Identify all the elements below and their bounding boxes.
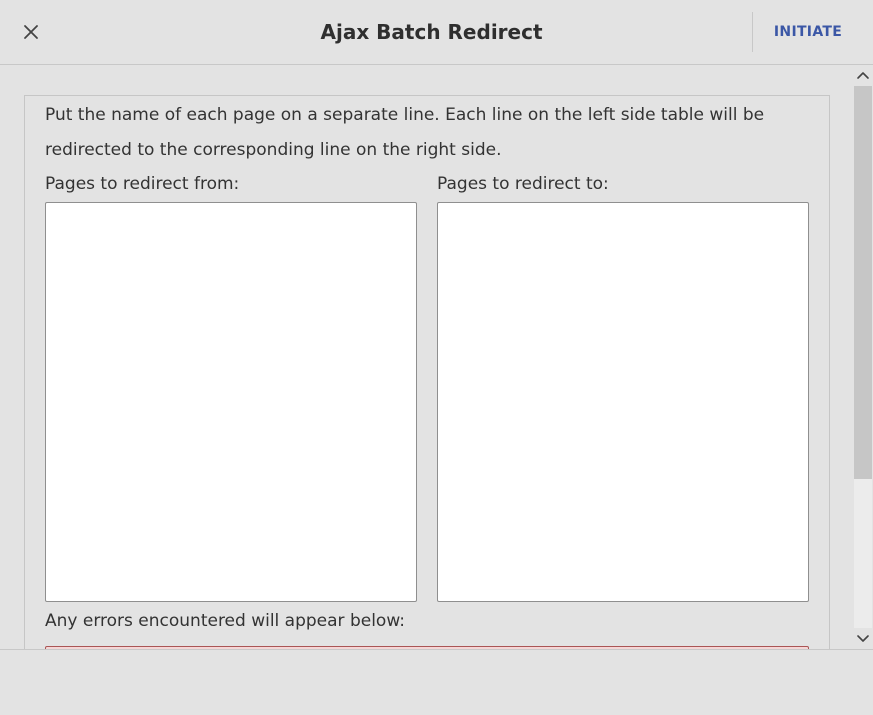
scroll-track[interactable] bbox=[854, 86, 872, 628]
chevron-up-icon bbox=[857, 72, 869, 79]
scroll-thumb[interactable] bbox=[854, 86, 872, 479]
vertical-scrollbar[interactable] bbox=[853, 65, 873, 649]
batch-redirect-dialog: Ajax Batch Redirect INITIATE Put the nam… bbox=[0, 0, 873, 715]
scroll-up-button[interactable] bbox=[853, 65, 873, 85]
to-label: Pages to redirect to: bbox=[437, 174, 609, 194]
scroll-down-button[interactable] bbox=[853, 629, 873, 649]
redirect-from-textarea[interactable] bbox=[45, 202, 417, 602]
initiate-button[interactable]: INITIATE bbox=[760, 16, 856, 48]
redirect-to-textarea[interactable] bbox=[437, 202, 809, 602]
instructions-text: Put the name of each page on a separate … bbox=[45, 105, 765, 160]
dialog-title: Ajax Batch Redirect bbox=[320, 20, 543, 44]
chevron-down-icon bbox=[857, 635, 869, 642]
dialog-body: Put the name of each page on a separate … bbox=[0, 65, 873, 649]
redirect-form: Put the name of each page on a separate … bbox=[24, 95, 830, 649]
header-divider bbox=[752, 12, 753, 52]
from-label: Pages to redirect from: bbox=[45, 174, 240, 194]
errors-label: Any errors encountered will appear below… bbox=[45, 611, 406, 631]
dialog-footer bbox=[0, 649, 873, 715]
dialog-header: Ajax Batch Redirect INITIATE bbox=[0, 0, 873, 65]
